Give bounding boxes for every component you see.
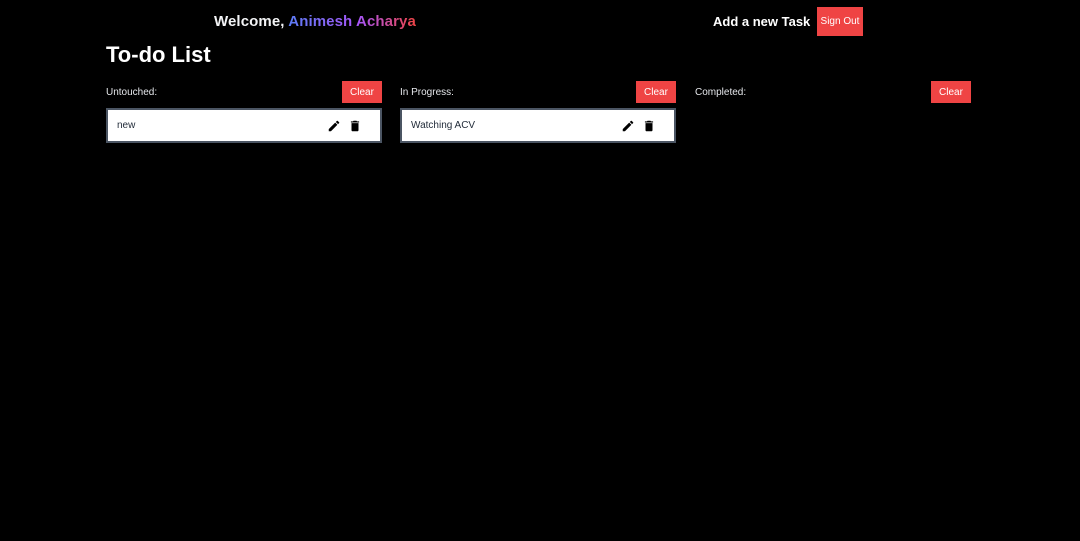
navbar: Welcome, Animesh Acharya Add a new Task … (0, 0, 1080, 44)
page-title: To-do List (106, 42, 211, 67)
clear-untouched-button[interactable]: Clear (342, 81, 382, 103)
pencil-icon[interactable] (621, 119, 635, 133)
welcome-message: Welcome, Animesh Acharya (214, 13, 416, 30)
task-text: new (117, 120, 136, 131)
task-card: Watching ACV (400, 108, 676, 143)
column-header: In Progress: Clear (400, 81, 676, 103)
column-label: In Progress: (400, 87, 454, 98)
task-card: new (106, 108, 382, 143)
welcome-prefix: Welcome, (214, 13, 289, 30)
add-task-link[interactable]: Add a new Task (713, 14, 810, 29)
trash-icon[interactable] (642, 119, 656, 133)
column-label: Completed: (695, 87, 747, 98)
trash-icon[interactable] (348, 119, 362, 133)
column-completed: Completed: Clear (695, 81, 971, 103)
column-untouched: Untouched: Clear new (106, 81, 382, 143)
column-label: Untouched: (106, 87, 158, 98)
clear-completed-button[interactable]: Clear (931, 81, 971, 103)
clear-in-progress-button[interactable]: Clear (636, 81, 676, 103)
column-header: Untouched: Clear (106, 81, 382, 103)
column-header: Completed: Clear (695, 81, 971, 103)
task-text: Watching ACV (411, 120, 476, 131)
column-in-progress: In Progress: Clear Watching ACV (400, 81, 676, 143)
user-name: Animesh Acharya (288, 13, 416, 30)
pencil-icon[interactable] (327, 119, 341, 133)
sign-out-button[interactable]: Sign Out (817, 7, 863, 36)
